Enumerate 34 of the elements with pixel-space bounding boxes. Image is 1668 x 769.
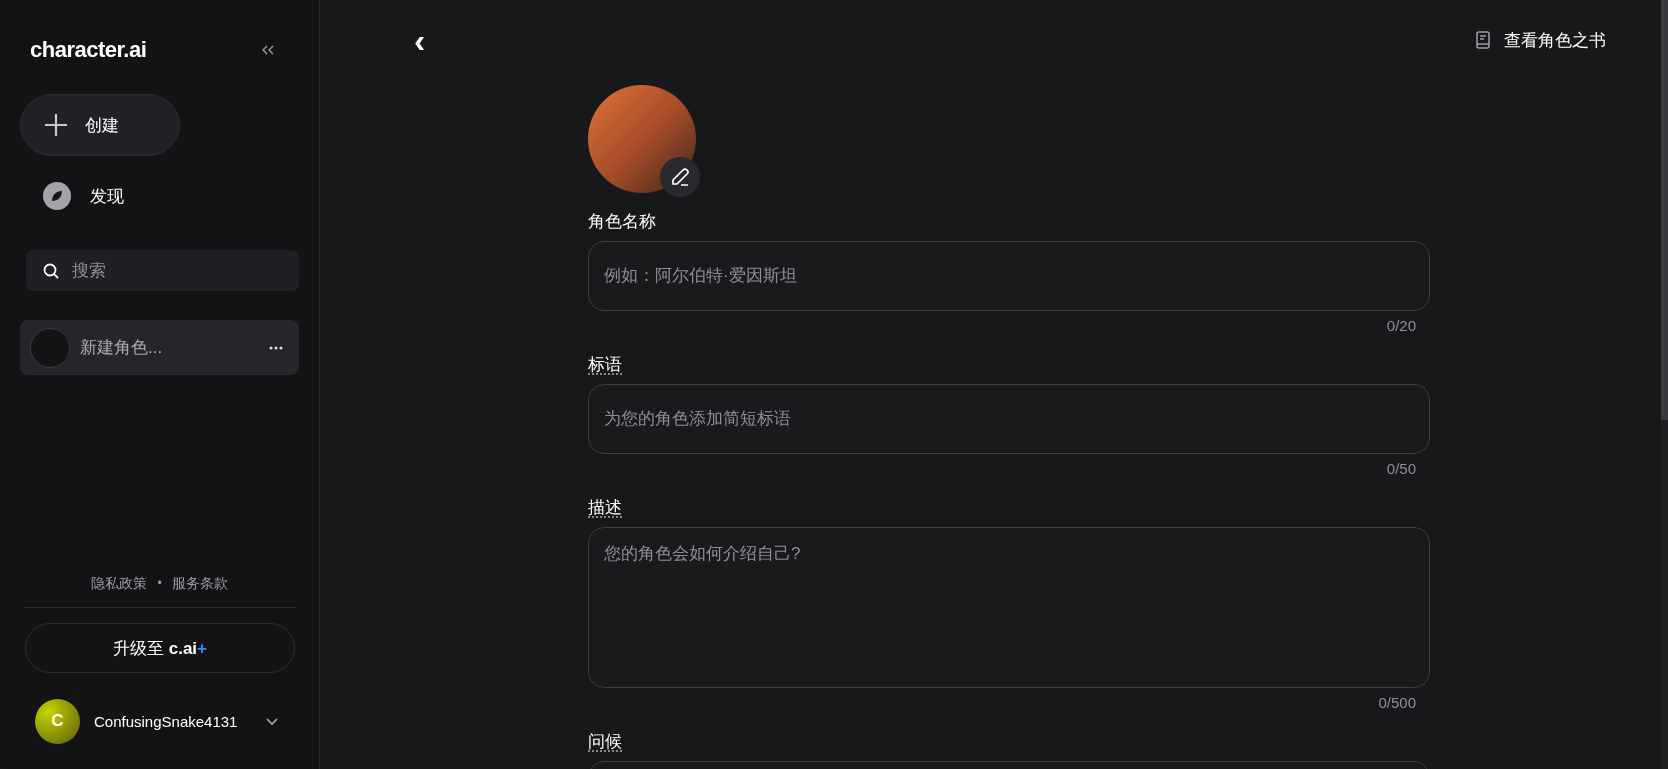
field-label: 角色名称	[588, 211, 656, 233]
search-icon	[42, 262, 60, 280]
logo[interactable]: character.ai	[30, 37, 147, 63]
text-field[interactable]: 例如：阿尔伯特·爱因斯坦	[588, 241, 1430, 311]
terms-link[interactable]: 服务条款	[171, 575, 228, 593]
character-counter: 0/500	[1378, 694, 1416, 711]
description-field[interactable]: 您的角色会如何介绍自己?	[588, 527, 1430, 688]
book-icon	[1476, 31, 1490, 49]
upgrade-button[interactable]: 升级至 c.ai+	[25, 623, 295, 673]
chevron-down-icon[interactable]	[265, 716, 279, 726]
field-label: 问候	[588, 731, 622, 753]
text-field[interactable]: 为您的角色添加简短标语	[588, 384, 1430, 454]
scrollbar-thumb[interactable]	[1661, 0, 1668, 420]
compass-icon	[42, 181, 72, 211]
edit-avatar-button[interactable]	[660, 157, 700, 197]
character-counter: 0/20	[1386, 317, 1416, 334]
avatar	[30, 327, 70, 368]
create-button[interactable]: 创建	[20, 94, 180, 156]
discover-button[interactable]: 发现	[20, 166, 146, 226]
field-label: 标语	[588, 354, 622, 376]
plus-icon	[43, 112, 69, 138]
chat-name: 新建角色...	[80, 337, 164, 359]
collapse-icon[interactable]	[261, 45, 275, 55]
pencil-icon	[669, 166, 691, 188]
username[interactable]: ConfusingSnake4131	[94, 712, 251, 730]
character-counter: 0/50	[1386, 460, 1416, 477]
chat-item[interactable]: 新建角色...	[20, 320, 299, 375]
search-field[interactable]: 搜索	[26, 250, 299, 291]
back-button[interactable]: ‹	[408, 23, 432, 57]
separator-dot: •	[157, 575, 162, 592]
field-label: 描述	[588, 497, 622, 519]
privacy-link[interactable]: 隐私政策	[91, 575, 148, 593]
more-icon[interactable]	[269, 345, 283, 350]
character-book-link[interactable]: 查看角色之书	[1470, 27, 1612, 53]
